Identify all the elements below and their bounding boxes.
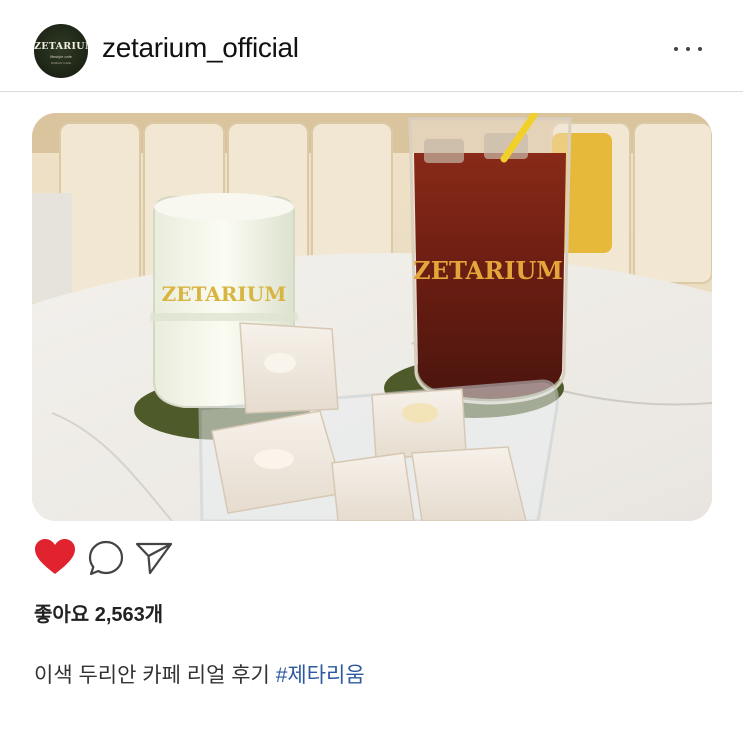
post-photo: ZETARIUM ZETARIUM (32, 113, 712, 521)
post-image[interactable]: ZETARIUM ZETARIUM (32, 113, 712, 521)
comment-button[interactable] (86, 539, 126, 582)
cup-left-label: ZETARIUM (162, 282, 287, 306)
more-options-button[interactable] (670, 40, 706, 56)
like-button[interactable] (34, 538, 76, 581)
more-horizontal-icon (698, 47, 702, 51)
caption-text: 이색 두리안 카페 리얼 후기 (34, 664, 276, 687)
cup-right-label: ZETARIUM (413, 256, 563, 285)
send-icon (135, 542, 173, 575)
avatar-brand-text: ZETARIUM (34, 41, 88, 52)
hashtag-link[interactable]: #제타리움 (276, 664, 365, 687)
more-horizontal-icon (674, 47, 678, 51)
comment-bubble-icon (88, 540, 124, 576)
heart-filled-icon (35, 539, 75, 574)
share-button[interactable] (134, 540, 174, 581)
avatar[interactable]: ZETARIUM lifestyle cafe DURIAN CAFE (34, 24, 88, 78)
likes-count[interactable]: 좋아요 2,563개 (34, 598, 163, 627)
more-horizontal-icon (686, 47, 690, 51)
avatar-subline: DURIAN CAFE (50, 61, 72, 65)
username-link[interactable]: zetarium_official (102, 32, 299, 64)
post-caption: 이색 두리안 카페 리얼 후기 #제타리움 (34, 659, 365, 689)
post-actions (34, 538, 194, 578)
avatar-tagline: lifestyle cafe (49, 54, 72, 59)
post-header: ZETARIUM lifestyle cafe DURIAN CAFE zeta… (0, 0, 743, 92)
